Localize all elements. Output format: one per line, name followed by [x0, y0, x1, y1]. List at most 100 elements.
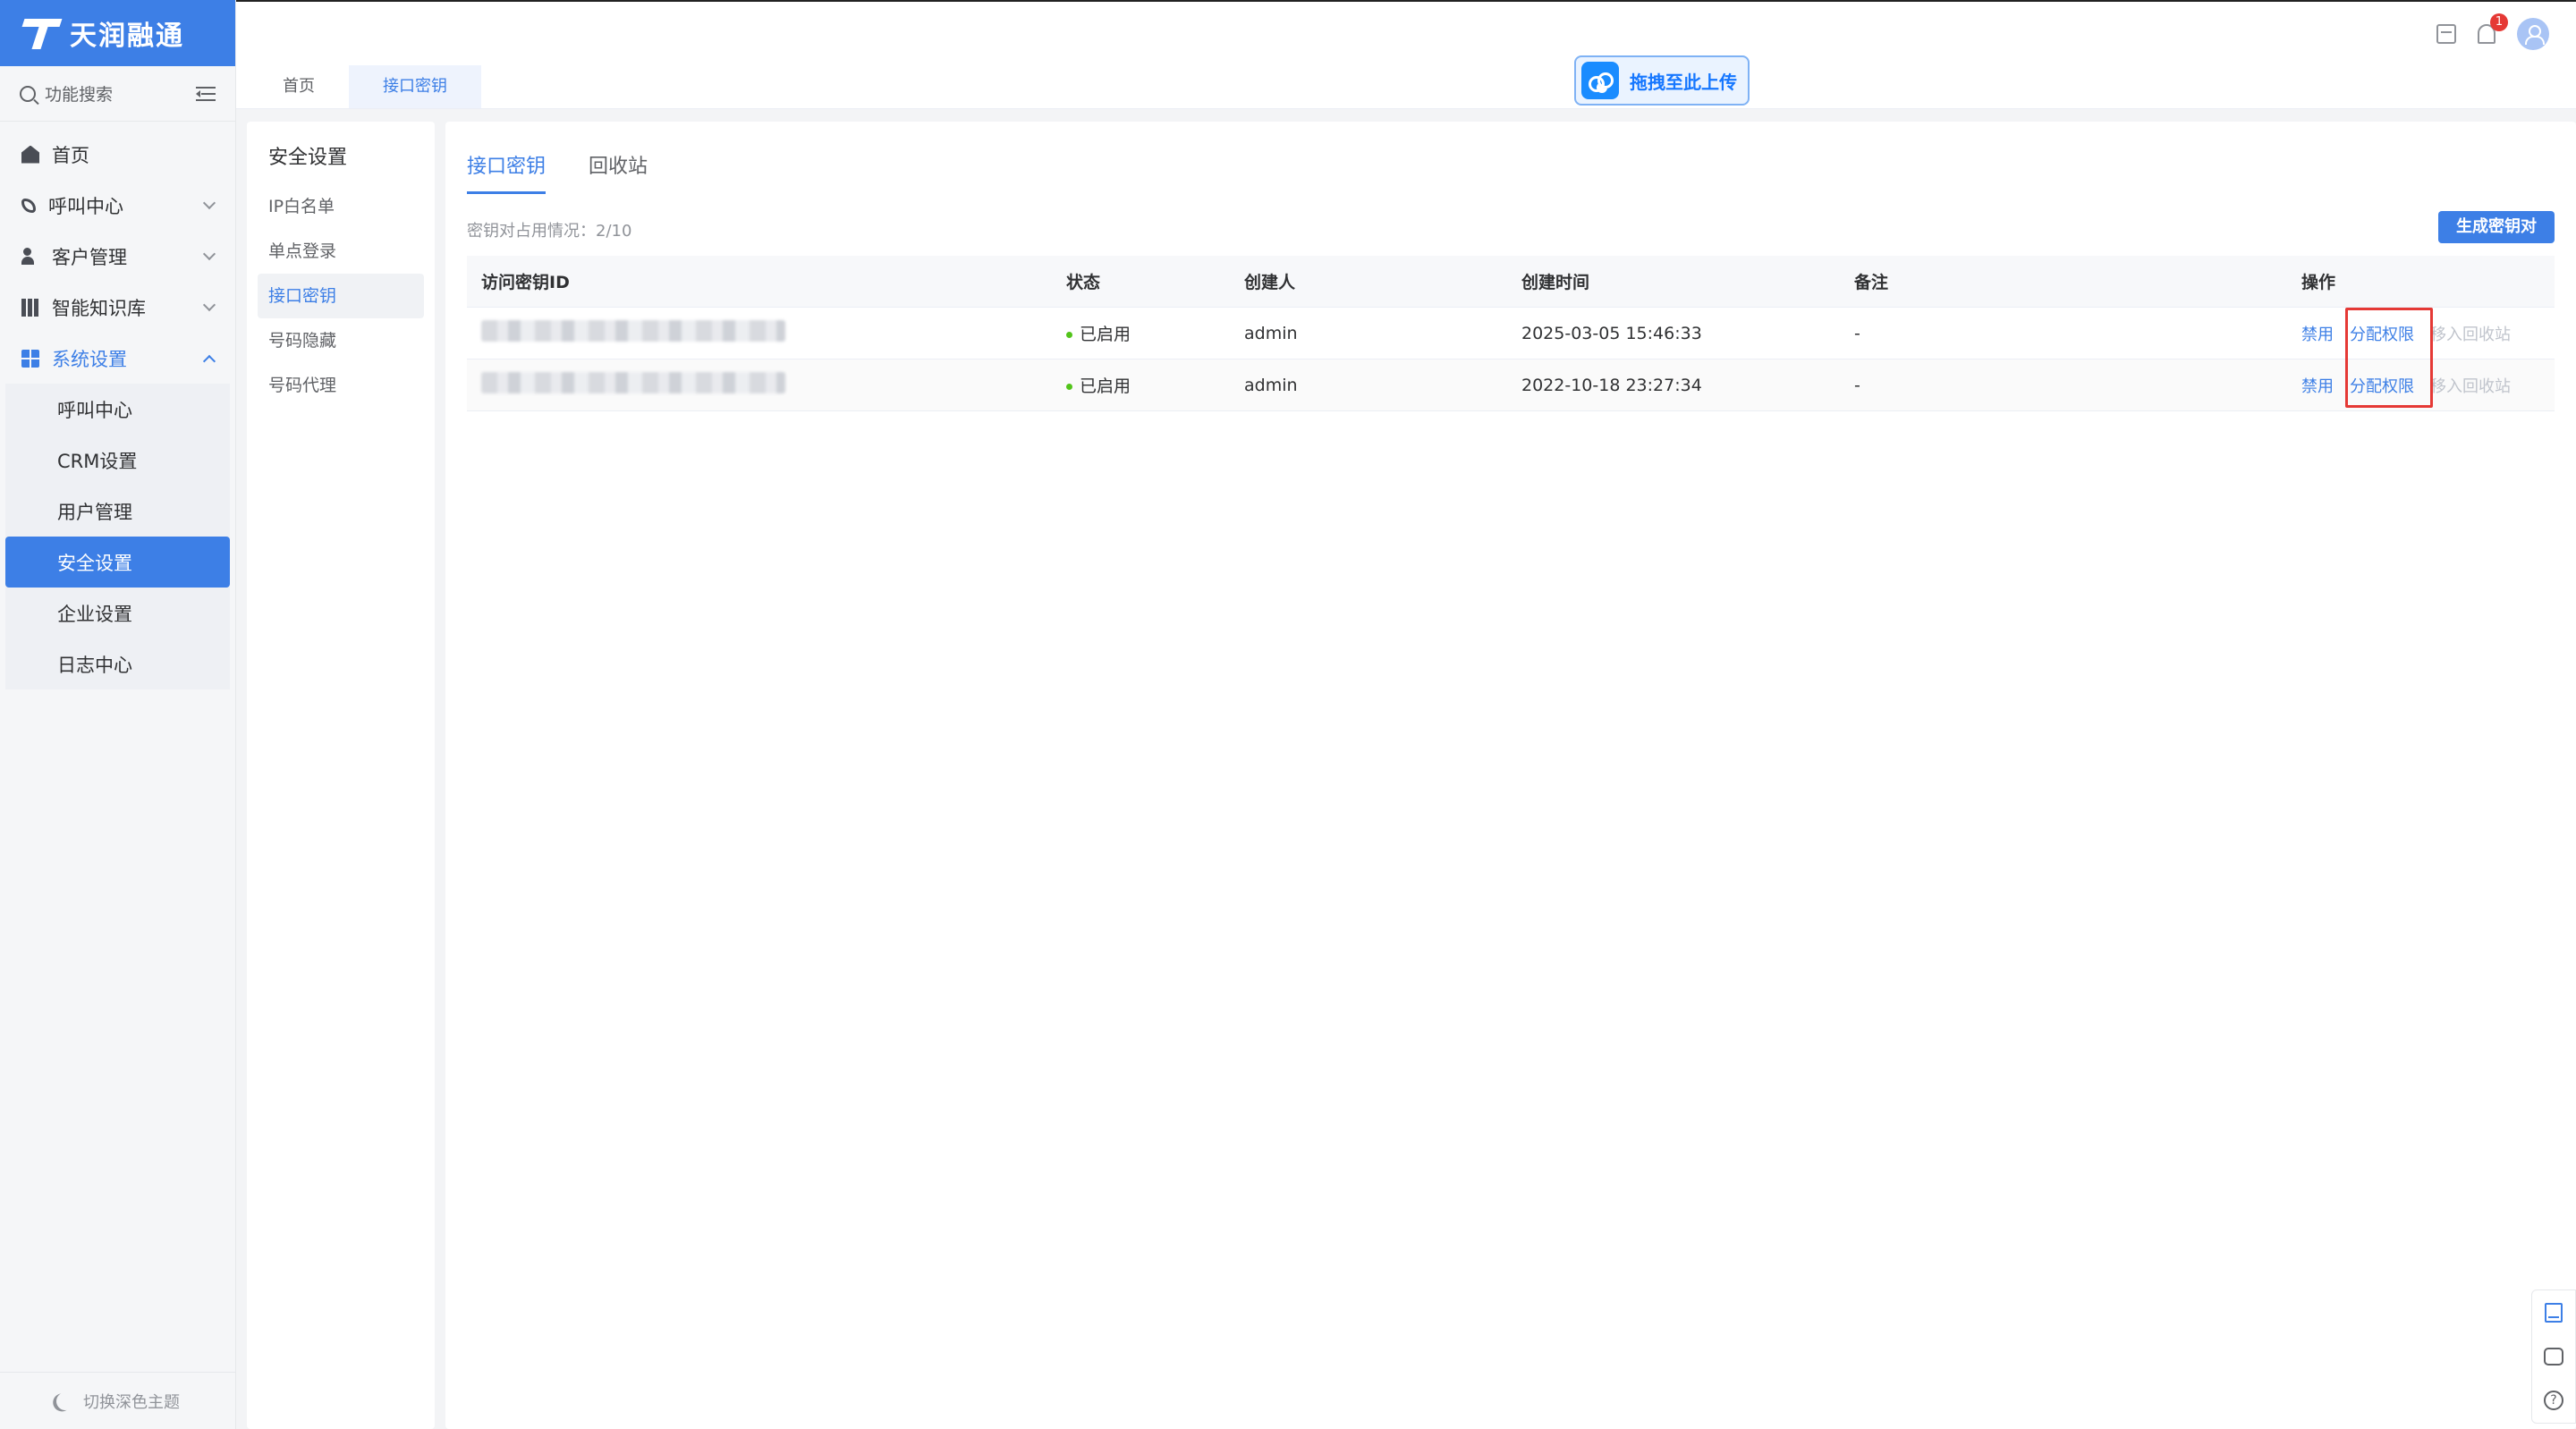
apps-icon — [21, 349, 39, 368]
table-header: 访问密钥ID 状态 创建人 创建时间 备注 操作 — [467, 256, 2555, 308]
status-cell: 已启用 — [1052, 321, 1230, 345]
created-time-cell: 2025-03-05 15:46:33 — [1521, 323, 1702, 343]
table-row: 已启用 admin 2025-03-05 15:46:33 - 禁用 分配权限 … — [467, 308, 2555, 359]
sidebar-item-knowledge[interactable]: 智能知识库 — [0, 282, 235, 333]
status-text: 已启用 — [1080, 325, 1131, 344]
chevron-down-icon — [202, 298, 216, 311]
generate-key-pair-button[interactable]: 生成密钥对 — [2438, 211, 2555, 243]
book-icon[interactable] — [2545, 1303, 2563, 1323]
subnav-item-api-keys[interactable]: 接口密钥 — [258, 274, 424, 318]
tab-recycle-bin[interactable]: 回收站 — [589, 150, 648, 194]
chevron-up-icon — [202, 354, 216, 368]
actions-cell: 禁用 分配权限 移入回收站 — [2287, 322, 2555, 345]
remark-cell: - — [1854, 375, 1860, 395]
content-tabs: 接口密钥 回收站 — [467, 150, 648, 194]
subnav-item-sso[interactable]: 单点登录 — [258, 229, 424, 274]
avatar[interactable] — [2517, 18, 2549, 50]
submenu-item-enterprise[interactable]: 企业设置 — [5, 588, 230, 638]
sidebar-item-label: 客户管理 — [52, 246, 127, 268]
sidebar-item-customer[interactable]: 客户管理 — [0, 231, 235, 282]
calendar-icon[interactable] — [2436, 24, 2456, 44]
column-header: 创建时间 — [1521, 273, 1590, 292]
chevron-down-icon — [202, 247, 216, 260]
help-icon[interactable]: ? — [2544, 1391, 2563, 1410]
subnav-title: 安全设置 — [268, 147, 348, 169]
dark-theme-toggle[interactable]: 切换深色主题 — [0, 1372, 236, 1429]
status-dot-icon — [1066, 384, 1072, 390]
sidebar-item-label: 系统设置 — [52, 348, 127, 370]
logo-text: 天润融通 — [70, 21, 184, 52]
bell-icon[interactable]: 1 — [2478, 13, 2508, 44]
sidebar-item-label: 首页 — [52, 144, 89, 166]
column-header: 操作 — [2301, 273, 2336, 292]
column-header: 备注 — [1854, 273, 1889, 292]
submenu-item-users[interactable]: 用户管理 — [5, 486, 230, 537]
remark-cell: - — [1854, 323, 1860, 343]
collapse-menu-icon[interactable] — [196, 86, 216, 101]
logo-icon — [23, 17, 61, 49]
chat-icon[interactable] — [2544, 1348, 2563, 1366]
status-cell: 已启用 — [1052, 373, 1230, 397]
grid-icon — [21, 298, 39, 317]
drag-upload-button[interactable]: 拖拽至此上传 — [1574, 55, 1750, 106]
sidebar-item-label: 智能知识库 — [52, 297, 146, 319]
creator-cell: admin — [1244, 323, 1298, 343]
topbar: 1 — [236, 0, 2576, 66]
sidebar: 天润融通 功能搜索 首页 呼叫中心 客户管理 智能知识库 系统设置 呼叫中心 C… — [0, 0, 236, 1429]
redacted-key-id — [481, 372, 785, 393]
moon-icon — [54, 1390, 77, 1413]
submenu-item-crm[interactable]: CRM设置 — [5, 435, 230, 486]
security-subnav: 安全设置 IP白名单 单点登录 接口密钥 号码隐藏 号码代理 — [247, 122, 435, 1429]
disable-link[interactable]: 禁用 — [2301, 374, 2334, 397]
table-row: 已启用 admin 2022-10-18 23:27:34 - 禁用 分配权限 … — [467, 359, 2555, 411]
cloud-upload-icon — [1581, 62, 1619, 99]
created-time-cell: 2022-10-18 23:27:34 — [1521, 375, 1702, 395]
theme-toggle-label: 切换深色主题 — [83, 1392, 180, 1412]
sidebar-item-system-settings[interactable]: 系统设置 — [0, 333, 235, 384]
status-dot-icon — [1066, 332, 1072, 338]
status-text: 已启用 — [1080, 376, 1131, 396]
column-header: 创建人 — [1244, 273, 1296, 292]
access-key-id-cell — [467, 372, 1052, 398]
move-to-recycle-link[interactable]: 移入回收站 — [2430, 374, 2511, 397]
sidebar-item-call-center[interactable]: 呼叫中心 — [0, 180, 235, 231]
assign-permissions-link[interactable]: 分配权限 — [2350, 374, 2414, 397]
tab-home[interactable]: 首页 — [249, 65, 349, 108]
tab-api-keys[interactable]: 接口密钥 — [349, 65, 481, 108]
function-search[interactable]: 功能搜索 — [0, 66, 235, 122]
chevron-down-icon — [202, 196, 216, 209]
api-keys-table: 访问密钥ID 状态 创建人 创建时间 备注 操作 已启用 admin 2025-… — [467, 256, 2555, 411]
submenu-item-call-center[interactable]: 呼叫中心 — [5, 384, 230, 435]
subnav-item-number-proxy[interactable]: 号码代理 — [258, 363, 424, 408]
column-header: 状态 — [1066, 273, 1101, 292]
main-content: 接口密钥 回收站 密钥对占用情况：2/10 生成密钥对 访问密钥ID 状态 创建… — [445, 122, 2576, 1429]
submenu-item-logs[interactable]: 日志中心 — [5, 638, 230, 689]
column-header: 访问密钥ID — [481, 273, 570, 292]
assign-permissions-link[interactable]: 分配权限 — [2350, 322, 2414, 345]
key-usage-text: 密钥对占用情况：2/10 — [467, 222, 632, 241]
subnav-item-ip-whitelist[interactable]: IP白名单 — [258, 184, 424, 229]
sidebar-item-home[interactable]: 首页 — [0, 129, 235, 180]
notification-badge: 1 — [2490, 13, 2508, 31]
disable-link[interactable]: 禁用 — [2301, 322, 2334, 345]
sidebar-menu: 首页 呼叫中心 客户管理 智能知识库 系统设置 呼叫中心 CRM设置 用户管理 … — [0, 122, 235, 689]
phone-icon — [21, 198, 36, 213]
tab-api-keys-list[interactable]: 接口密钥 — [467, 150, 547, 194]
logo[interactable]: 天润融通 — [0, 0, 235, 66]
actions-cell: 禁用 分配权限 移入回收站 — [2287, 374, 2555, 397]
users-icon — [21, 247, 39, 266]
home-icon — [21, 145, 39, 164]
search-input[interactable]: 功能搜索 — [45, 81, 113, 106]
upload-label: 拖拽至此上传 — [1630, 71, 1737, 93]
page-tabs: 首页 接口密钥 — [236, 65, 2576, 109]
topbar-actions: 1 — [2436, 13, 2549, 50]
redacted-key-id — [481, 320, 785, 342]
move-to-recycle-link[interactable]: 移入回收站 — [2430, 322, 2511, 345]
floating-tools: ? — [2531, 1289, 2576, 1424]
system-settings-submenu: 呼叫中心 CRM设置 用户管理 安全设置 企业设置 日志中心 — [5, 384, 230, 689]
access-key-id-cell — [467, 320, 1052, 346]
creator-cell: admin — [1244, 375, 1298, 395]
submenu-item-security[interactable]: 安全设置 — [5, 537, 230, 588]
sidebar-item-label: 呼叫中心 — [48, 195, 123, 217]
subnav-item-number-masking[interactable]: 号码隐藏 — [258, 318, 424, 363]
